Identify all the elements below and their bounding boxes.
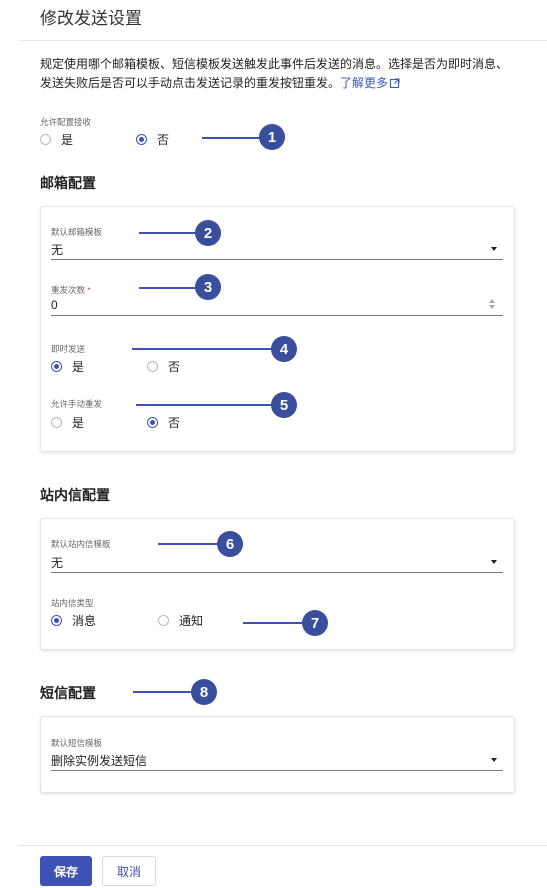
instant-send-yes-label: 是 [72,360,85,374]
manual-resend-label: 允许手动重发 [51,399,103,409]
callout-badge-6: 6 [217,531,243,557]
site-message-config-card [40,518,515,650]
sms-template-value: 删除实例发送短信 [51,754,148,768]
save-button[interactable]: 保存 [40,856,92,886]
callout-badge-3: 3 [195,274,221,300]
site-message-template-select[interactable] [51,572,503,573]
retry-count-input[interactable]: 0 [51,298,58,312]
chevron-down-icon[interactable] [491,247,497,251]
callout-badge-7: 7 [302,610,328,636]
manual-resend-no-radio[interactable]: 否 [147,414,180,431]
callout-badge-8: 8 [191,679,217,705]
sms-template-label: 默认短信模板 [51,738,103,748]
callout-line-2 [139,232,203,234]
callout-line-1 [202,137,266,139]
manual-resend-no-label: 否 [168,416,181,430]
retry-count-underline [51,315,503,316]
radio-checked-icon [51,615,62,626]
site-message-type-message-label: 消息 [72,614,97,628]
radio-checked-icon [147,417,158,428]
allow-receive-label: 允许配置接收 [40,117,92,127]
retry-count-label: 重发次数 * [51,284,91,296]
learn-more-link[interactable]: 了解更多 [340,76,400,90]
callout-badge-1: 1 [259,124,285,150]
email-section-title: 邮箱配置 [40,175,96,191]
radio-checked-icon [136,134,147,145]
retry-count-label-text: 重发次数 [51,285,86,295]
manual-resend-yes-label: 是 [72,416,85,430]
callout-line-3 [139,287,203,289]
stepper-down-icon[interactable] [489,305,495,309]
site-message-type-label: 站内信类型 [51,598,94,608]
site-message-type-notice-radio[interactable]: 通知 [158,612,203,629]
callout-badge-4: 4 [271,336,297,362]
description-text: 规定使用哪个邮箱模板、短信模板发送触发此事件后发送的消息。选择是否为即时消息、发… [40,57,509,90]
external-link-icon [390,78,400,88]
learn-more-label: 了解更多 [340,76,389,90]
site-message-type-notice-label: 通知 [179,614,204,628]
instant-send-no-radio[interactable]: 否 [147,358,180,375]
radio-unchecked-icon [158,615,169,626]
number-stepper-icon[interactable] [488,299,496,309]
email-template-label: 默认邮箱模板 [51,227,103,237]
callout-line-8 [133,691,197,693]
site-message-template-value: 无 [51,556,64,570]
cancel-button[interactable]: 取消 [102,856,156,886]
page-description: 规定使用哪个邮箱模板、短信模板发送触发此事件后发送的消息。选择是否为即时消息、发… [40,55,510,93]
callout-line-4 [132,348,277,350]
allow-receive-yes-label: 是 [61,133,74,147]
radio-unchecked-icon [147,361,158,372]
callout-line-6 [158,543,222,545]
header-divider [18,40,547,41]
manual-resend-yes-radio[interactable]: 是 [51,414,84,431]
allow-receive-no-label: 否 [157,133,170,147]
instant-send-label: 即时发送 [51,344,86,354]
email-template-select[interactable] [51,259,503,260]
required-mark: * [87,285,91,295]
chevron-down-icon[interactable] [491,560,497,564]
site-message-section-title: 站内信配置 [40,487,110,503]
radio-unchecked-icon [40,134,51,145]
site-message-template-label: 默认站内信模板 [51,539,111,549]
instant-send-yes-radio[interactable]: 是 [51,358,84,375]
sms-template-select[interactable] [51,770,503,771]
allow-receive-yes-radio[interactable]: 是 [40,131,73,148]
page-title: 修改发送设置 [40,9,142,28]
callout-badge-2: 2 [195,220,221,246]
radio-checked-icon [51,361,62,372]
instant-send-no-label: 否 [168,360,181,374]
stepper-up-icon[interactable] [489,299,495,303]
sms-section-title: 短信配置 [40,685,96,701]
site-message-type-message-radio[interactable]: 消息 [51,612,96,629]
allow-receive-no-radio[interactable]: 否 [136,131,169,148]
callout-badge-5: 5 [271,392,297,418]
chevron-down-icon[interactable] [491,758,497,762]
email-template-value: 无 [51,243,64,257]
footer-divider [18,845,547,846]
radio-unchecked-icon [51,417,62,428]
callout-line-5 [136,404,277,406]
callout-line-7 [243,622,309,624]
